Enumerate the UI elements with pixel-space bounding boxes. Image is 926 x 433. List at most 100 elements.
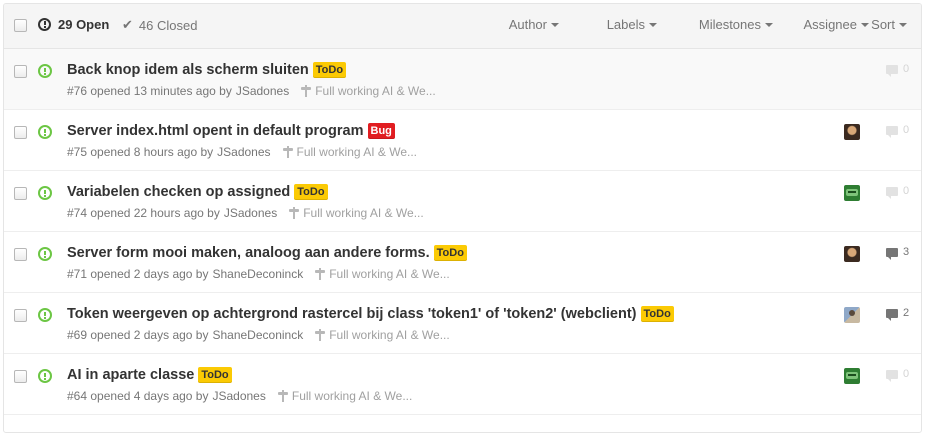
issue-author-link[interactable]: ShaneDeconinck xyxy=(212,267,303,281)
comments-link[interactable]: 0 xyxy=(886,185,910,199)
check-icon: ✔ xyxy=(122,17,133,32)
issue-title-link[interactable]: Back knop idem als scherm sluiten xyxy=(67,62,309,78)
select-all-checkbox[interactable] xyxy=(14,19,27,32)
sort-filter[interactable]: Sort xyxy=(871,17,907,32)
caret-down-icon xyxy=(551,23,559,27)
issue-opened-icon xyxy=(38,64,52,78)
issue-title-link[interactable]: AI in aparte classe xyxy=(67,367,194,383)
comment-icon xyxy=(886,64,898,77)
issue-number: #75 xyxy=(67,145,88,159)
issue-checkbox[interactable] xyxy=(14,126,27,139)
issue-meta: #75 opened 8 hours ago by JSadones Full wo… xyxy=(67,145,417,159)
comments-link[interactable]: 2 xyxy=(886,307,910,321)
comments-link[interactable]: 0 xyxy=(886,124,910,138)
assignee-avatar[interactable] xyxy=(844,368,860,384)
issue-opened-text: opened 22 hours ago by xyxy=(90,206,220,220)
caret-down-icon xyxy=(899,23,907,27)
comment-icon xyxy=(886,247,898,260)
comments-link[interactable]: 3 xyxy=(886,246,910,260)
issue-milestone-link[interactable]: Full working AI & We... xyxy=(282,145,418,159)
caret-down-icon xyxy=(861,23,869,27)
comment-icon xyxy=(886,186,898,199)
open-count-label: 29 Open xyxy=(58,17,110,32)
closed-issues-tab[interactable]: ✔ 46 Closed xyxy=(122,17,197,33)
issue-meta: #71 opened 2 days ago by ShaneDeconinck Fu… xyxy=(67,267,450,281)
assignee-filter[interactable]: Assignee xyxy=(804,17,869,32)
issue-title-link[interactable]: Server index.html opent in default progr… xyxy=(67,123,364,139)
milestone-label: Full working AI & We... xyxy=(296,145,418,159)
issue-checkbox[interactable] xyxy=(14,187,27,200)
issue-opened-text: opened 2 days ago by xyxy=(90,267,209,281)
issue-checkbox[interactable] xyxy=(14,248,27,261)
issue-opened-icon xyxy=(38,186,52,200)
assignee-avatar[interactable] xyxy=(844,124,860,140)
caret-down-icon xyxy=(765,23,773,27)
issue-row[interactable]: AI in aparte classe ToDo #64 opened 4 days… xyxy=(4,354,921,415)
issue-row[interactable]: Back knop idem als scherm sluiten ToDo #76… xyxy=(4,49,921,110)
issue-opened-icon xyxy=(38,18,51,31)
issue-milestone-link[interactable]: Full working AI & We... xyxy=(315,328,450,342)
milestone-icon xyxy=(282,146,293,158)
milestone-label: Full working AI & We... xyxy=(315,84,436,98)
issue-opened-text: opened 13 minutes ago by xyxy=(90,84,232,98)
issue-opened-text: opened 4 days ago by xyxy=(90,389,209,403)
issue-author-link[interactable]: JSadones xyxy=(212,389,265,403)
issue-milestone-link[interactable]: Full working AI & We... xyxy=(277,389,413,403)
comment-icon xyxy=(886,369,898,382)
issue-author-link[interactable]: JSadones xyxy=(224,206,277,220)
assignee-avatar[interactable] xyxy=(844,307,860,323)
issue-title-link[interactable]: Variabelen checken op assigned xyxy=(67,184,290,200)
issue-row[interactable]: Server index.html opent in default progr… xyxy=(4,110,921,171)
issue-milestone-link[interactable]: Full working AI & We... xyxy=(315,267,450,281)
issue-label[interactable]: ToDo xyxy=(294,184,328,200)
labels-filter[interactable]: Labels xyxy=(607,17,657,32)
assignee-avatar[interactable] xyxy=(844,246,860,262)
open-issues-tab[interactable]: 29 Open xyxy=(38,17,109,32)
issue-row[interactable]: Server form mooi maken, analoog aan ande… xyxy=(4,232,921,293)
issue-checkbox[interactable] xyxy=(14,370,27,383)
issue-opened-icon xyxy=(38,125,52,139)
milestone-label: Full working AI & We... xyxy=(303,206,424,220)
issue-title-link[interactable]: Server form mooi maken, analoog aan ande… xyxy=(67,245,430,261)
comments-link[interactable]: 0 xyxy=(886,368,909,382)
comment-count: 3 xyxy=(903,246,910,258)
issue-checkbox[interactable] xyxy=(14,309,27,322)
issue-label[interactable]: ToDo xyxy=(198,367,232,383)
milestone-icon xyxy=(289,207,300,219)
issue-label[interactable]: Bug xyxy=(367,123,395,139)
comments-link[interactable]: 0 xyxy=(886,63,909,77)
comment-count: 2 xyxy=(903,307,910,319)
issue-opened-text: opened 2 days ago by xyxy=(90,328,209,342)
issue-number: #76 xyxy=(67,84,88,98)
issue-author-link[interactable]: JSadones xyxy=(217,145,270,159)
issue-row[interactable]: Variabelen checken op assigned ToDo #74 op… xyxy=(4,171,921,232)
milestones-filter[interactable]: Milestones xyxy=(699,17,773,32)
assignee-avatar[interactable] xyxy=(844,185,860,201)
issue-opened-icon xyxy=(38,308,52,322)
issue-title-link[interactable]: Token weergeven op achtergrond rastercel… xyxy=(67,306,637,322)
comment-count: 0 xyxy=(903,124,910,136)
milestone-label: Full working AI & We... xyxy=(291,389,413,403)
issue-number: #69 xyxy=(67,328,88,342)
closed-count-label: 46 Closed xyxy=(138,17,198,33)
issue-label[interactable]: ToDo xyxy=(640,306,674,322)
issue-milestone-link[interactable]: Full working AI & We... xyxy=(289,206,424,220)
caret-down-icon xyxy=(649,23,657,27)
issue-opened-icon xyxy=(38,247,52,261)
issue-milestone-link[interactable]: Full working AI & We... xyxy=(301,84,436,98)
milestone-label: Full working AI & We... xyxy=(329,267,450,281)
milestone-icon xyxy=(315,268,326,280)
comment-count: 0 xyxy=(903,185,910,197)
issue-author-link[interactable]: JSadones xyxy=(236,84,289,98)
issue-label[interactable]: ToDo xyxy=(433,245,467,261)
issue-label[interactable]: ToDo xyxy=(312,62,347,78)
author-filter[interactable]: Author xyxy=(509,17,559,32)
issue-checkbox[interactable] xyxy=(14,65,27,78)
issue-opened-text: opened 8 hours ago by xyxy=(90,145,214,159)
issue-meta: #69 opened 2 days ago by ShaneDeconinck Fu… xyxy=(67,328,450,342)
issue-author-link[interactable]: ShaneDeconinck xyxy=(212,328,303,342)
issue-row[interactable]: Token weergeven op achtergrond rastercel… xyxy=(4,293,921,354)
issue-number: #71 xyxy=(67,267,88,281)
issues-list: 29 Open ✔ 46 Closed Author Labels Milest… xyxy=(3,3,922,433)
milestone-label: Full working AI & We... xyxy=(329,328,450,342)
